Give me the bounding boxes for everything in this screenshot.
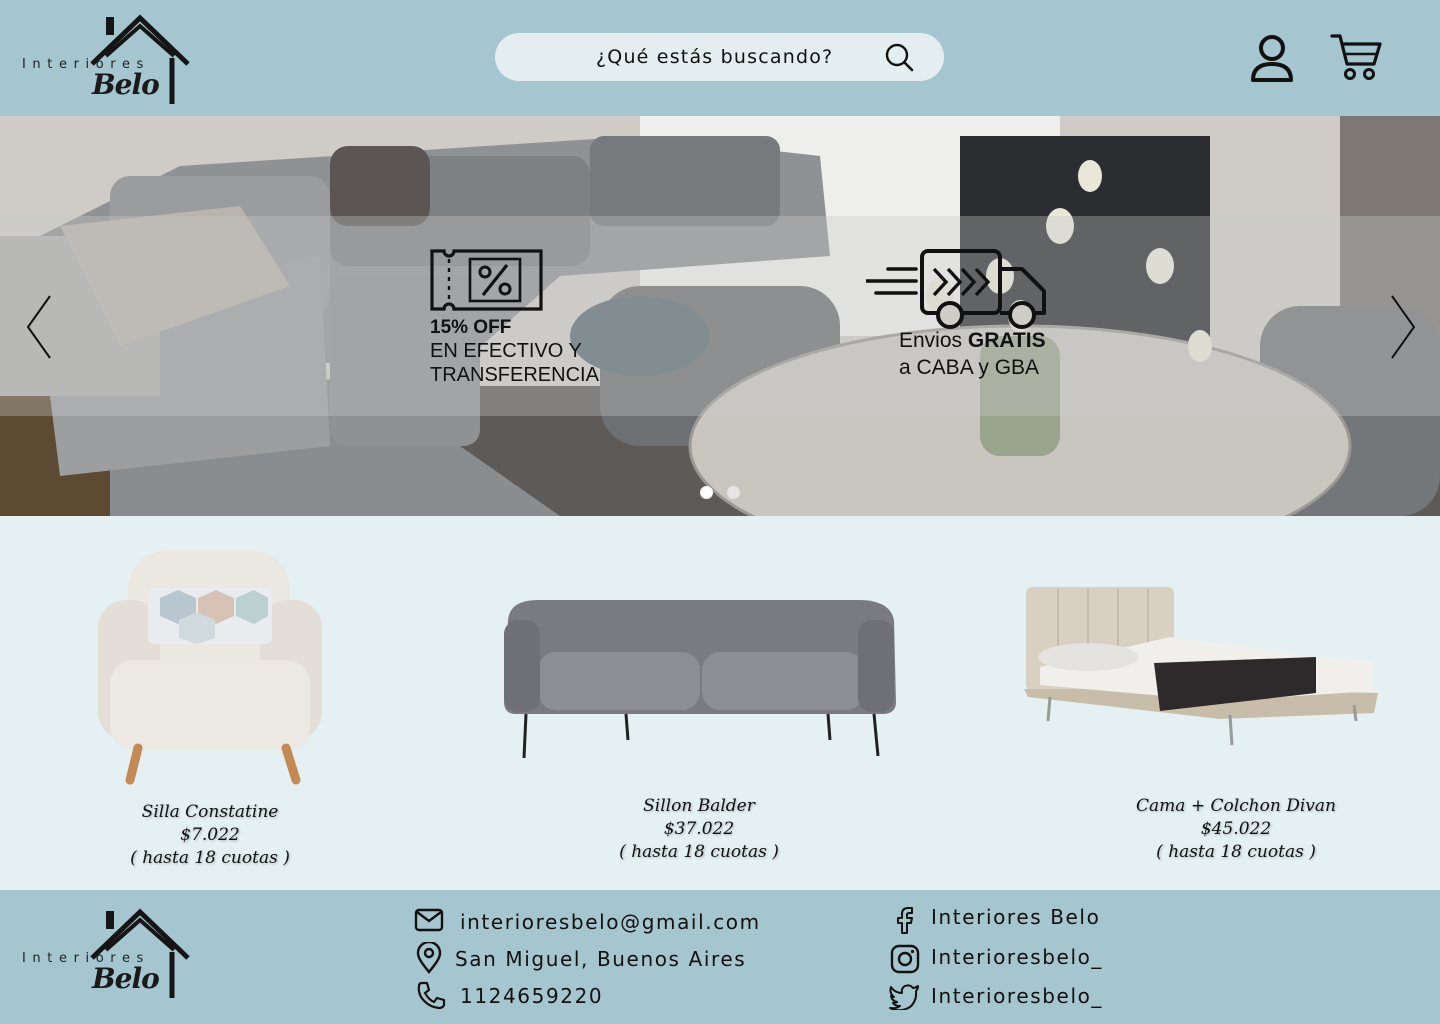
brand-main-text: Belo: [92, 68, 160, 101]
product-card-2[interactable]: Sillon Balder $37.022 ( hasta 18 cuotas …: [498, 590, 900, 870]
site-header: Interiores Belo ¿Qué estás buscando?: [0, 0, 1440, 116]
promo-cash-line2: EN EFECTIVO Y: [430, 340, 582, 362]
carousel-prev-button[interactable]: [24, 294, 54, 360]
promo-percent-text: 15% OFF: [430, 317, 512, 338]
product-price: $37.022: [663, 819, 735, 839]
shipping-line1: Envios GRATIS: [899, 329, 1046, 353]
cart-button[interactable]: [1330, 32, 1382, 82]
carousel-next-button[interactable]: [1388, 294, 1418, 360]
instagram-icon: [890, 944, 920, 974]
shipping-line2: a CABA y GBA: [899, 356, 1040, 379]
carousel-dot-1[interactable]: [700, 486, 713, 499]
carousel-dot-2[interactable]: [727, 486, 740, 499]
bed-image: [1024, 587, 1378, 746]
chevron-left-icon: [26, 295, 51, 359]
product-price: $7.022: [180, 825, 240, 845]
product-price: $45.022: [1200, 819, 1272, 839]
site-footer: Interiores Belo interioresbelo@gmail.com…: [0, 890, 1440, 1024]
instagram-text: Interioresbelo_: [931, 945, 1104, 969]
facebook-icon: [897, 907, 913, 934]
product-name: Cama + Colchon Divan: [1136, 796, 1336, 816]
twitter-text: Interioresbelo_: [931, 984, 1104, 1008]
product-installments: ( hasta 18 cuotas ): [619, 842, 779, 862]
promo-cash-line3: TRANSFERENCIA: [430, 364, 599, 386]
account-button[interactable]: [1249, 34, 1295, 82]
phone-text: 1124659220: [460, 984, 604, 1008]
product-info-1: Silla Constatine $7.022 ( hasta 18 cuota…: [90, 801, 330, 870]
product-card-1[interactable]: Silla Constatine $7.022 ( hasta 18 cuota…: [90, 540, 330, 870]
mail-icon: [414, 908, 444, 932]
product-info-2: Sillon Balder $37.022 ( hasta 18 cuotas …: [498, 795, 900, 864]
chevron-right-icon: [1391, 295, 1416, 359]
promo-band: [0, 216, 1440, 416]
email-text: interioresbelo@gmail.com: [460, 910, 761, 934]
search-icon: [885, 43, 914, 72]
fast-truck-icon: [866, 249, 1046, 329]
product-name: Silla Constatine: [141, 802, 279, 822]
twitter-icon: [889, 984, 919, 1010]
hero-carousel: 15% OFF EN EFECTIVO Y TRANSFERENCIA Envi…: [0, 116, 1440, 516]
location-text: San Miguel, Buenos Aires: [455, 947, 747, 971]
product-info-3: Cama + Colchon Divan $45.022 ( hasta 18 …: [1056, 795, 1416, 864]
phone-icon: [417, 981, 446, 1010]
brand-logo[interactable]: Interiores Belo: [22, 12, 197, 112]
search-button[interactable]: [885, 43, 915, 73]
footer-brand-logo[interactable]: Interiores Belo: [22, 906, 197, 1006]
footer-brand-main: Belo: [92, 962, 160, 995]
shipping-bold: GRATIS: [967, 329, 1046, 352]
product-installments: ( hasta 18 cuotas ): [130, 848, 290, 868]
facebook-text: Interiores Belo: [931, 905, 1101, 929]
location-pin-icon: [416, 942, 442, 974]
discount-ticket-icon: [430, 249, 543, 311]
search-bar[interactable]: ¿Qué estás buscando?: [495, 33, 944, 81]
shipping-prefix: Envios: [899, 329, 968, 352]
search-input[interactable]: ¿Qué estás buscando?: [596, 46, 833, 68]
user-icon: [1251, 35, 1293, 82]
armchair-image: [98, 550, 322, 785]
product-name: Sillon Balder: [643, 796, 755, 816]
product-card-3[interactable]: Cama + Colchon Divan $45.022 ( hasta 18 …: [1020, 585, 1380, 870]
cart-icon: [1330, 34, 1382, 80]
sofa-image: [504, 600, 896, 759]
product-installments: ( hasta 18 cuotas ): [1156, 842, 1316, 862]
